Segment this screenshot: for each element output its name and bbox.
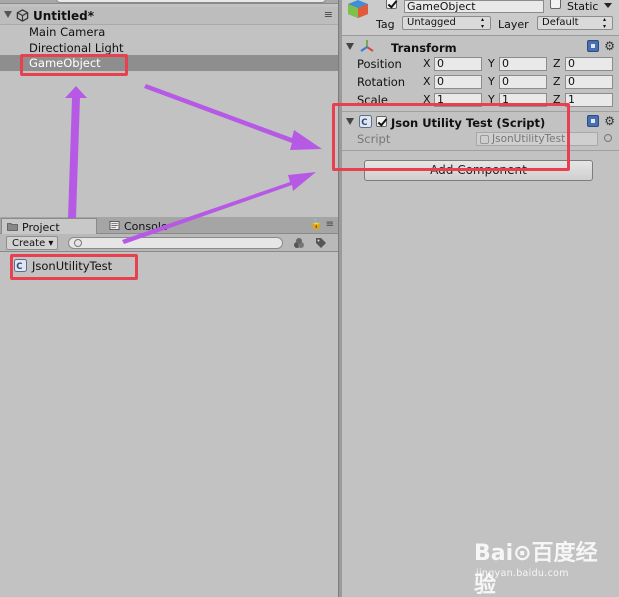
hierarchy-panel: Untitled* ≡ Main Camera Directional Ligh… xyxy=(0,4,338,214)
rotation-y-field[interactable]: 0 xyxy=(499,75,547,89)
gameobject-header: GameObject Static Tag Untagged Layer Def… xyxy=(342,0,619,36)
project-assets-panel: C JsonUtilityTest xyxy=(0,253,338,597)
folder-icon xyxy=(7,223,18,231)
highlight-script-asset xyxy=(10,254,138,280)
axis-x-label: X xyxy=(423,57,431,70)
baidu-watermark: Bai⊙百度经验 jingyan.baidu.com xyxy=(474,535,614,597)
project-tab-bar: Project Console 🔒 ≡ xyxy=(0,217,338,234)
watermark-url: jingyan.baidu.com xyxy=(476,568,569,579)
help-icon[interactable] xyxy=(587,115,599,127)
position-z-field[interactable]: 0 xyxy=(565,57,613,71)
project-search-input[interactable] xyxy=(68,237,283,249)
help-icon[interactable] xyxy=(587,40,599,52)
hierarchy-item-label: Main Camera xyxy=(29,25,106,39)
filter-by-label-icon[interactable] xyxy=(314,236,328,250)
expand-triangle-icon[interactable] xyxy=(346,43,354,50)
layer-label: Layer xyxy=(498,18,529,31)
filter-by-type-icon[interactable] xyxy=(292,236,306,250)
scene-menu-icon[interactable]: ≡ xyxy=(324,8,333,21)
tag-label: Tag xyxy=(376,18,395,31)
tab-project[interactable]: Project xyxy=(1,218,97,234)
axis-y-label: Y xyxy=(488,75,495,88)
gear-icon[interactable]: ⚙ xyxy=(604,114,615,128)
position-x-field[interactable]: 0 xyxy=(434,57,482,71)
layer-dropdown[interactable]: Default xyxy=(537,16,613,30)
tab-console[interactable]: Console xyxy=(104,218,194,234)
component-title: Transform xyxy=(391,41,457,55)
static-checkbox[interactable] xyxy=(550,0,561,9)
expand-triangle-icon[interactable] xyxy=(4,11,12,18)
gameobject-cube-icon xyxy=(348,0,368,18)
axis-z-label: Z xyxy=(553,57,561,70)
watermark-logo: Bai⊙百度经验 xyxy=(474,541,598,597)
lock-icon[interactable]: 🔒 ≡ xyxy=(310,219,334,230)
hierarchy-search-input[interactable] xyxy=(56,0,326,3)
create-label: Create xyxy=(12,238,46,249)
static-label: Static xyxy=(567,0,599,13)
rotation-x-field[interactable]: 0 xyxy=(434,75,482,89)
tab-label: Console xyxy=(124,220,168,233)
scale-z-field[interactable]: 1 xyxy=(565,93,613,107)
rotation-label: Rotation xyxy=(357,75,406,89)
highlight-gameobject xyxy=(20,54,128,76)
object-name-field[interactable]: GameObject xyxy=(404,0,544,13)
tab-label: Project xyxy=(22,221,60,234)
gear-icon[interactable]: ⚙ xyxy=(604,39,615,53)
inspector-panel: GameObject Static Tag Untagged Layer Def… xyxy=(342,0,619,597)
transform-header[interactable]: Transform ⚙ xyxy=(342,38,619,56)
hierarchy-item-main-camera[interactable]: Main Camera xyxy=(0,24,338,40)
search-icon xyxy=(74,239,82,247)
axis-x-label: X xyxy=(423,75,431,88)
axis-y-label: Y xyxy=(488,57,495,70)
scene-header[interactable]: Untitled* ≡ xyxy=(0,7,338,25)
position-label: Position xyxy=(357,57,402,71)
transform-axis-icon xyxy=(360,40,374,52)
tag-dropdown[interactable]: Untagged xyxy=(402,16,491,30)
axis-z-label: Z xyxy=(553,75,561,88)
hierarchy-item-label: Directional Light xyxy=(29,41,124,55)
console-icon xyxy=(109,221,120,230)
position-y-field[interactable]: 0 xyxy=(499,57,547,71)
active-checkbox[interactable] xyxy=(386,0,397,9)
unity-logo-icon xyxy=(16,9,29,22)
rotation-z-field[interactable]: 0 xyxy=(565,75,613,89)
project-toolbar: Create ▾ xyxy=(0,234,338,252)
scene-name: Untitled* xyxy=(33,9,94,23)
static-dropdown-icon[interactable] xyxy=(604,3,612,8)
create-button[interactable]: Create ▾ xyxy=(6,236,58,250)
highlight-script-component xyxy=(332,103,570,171)
object-picker-icon[interactable] xyxy=(604,134,612,142)
